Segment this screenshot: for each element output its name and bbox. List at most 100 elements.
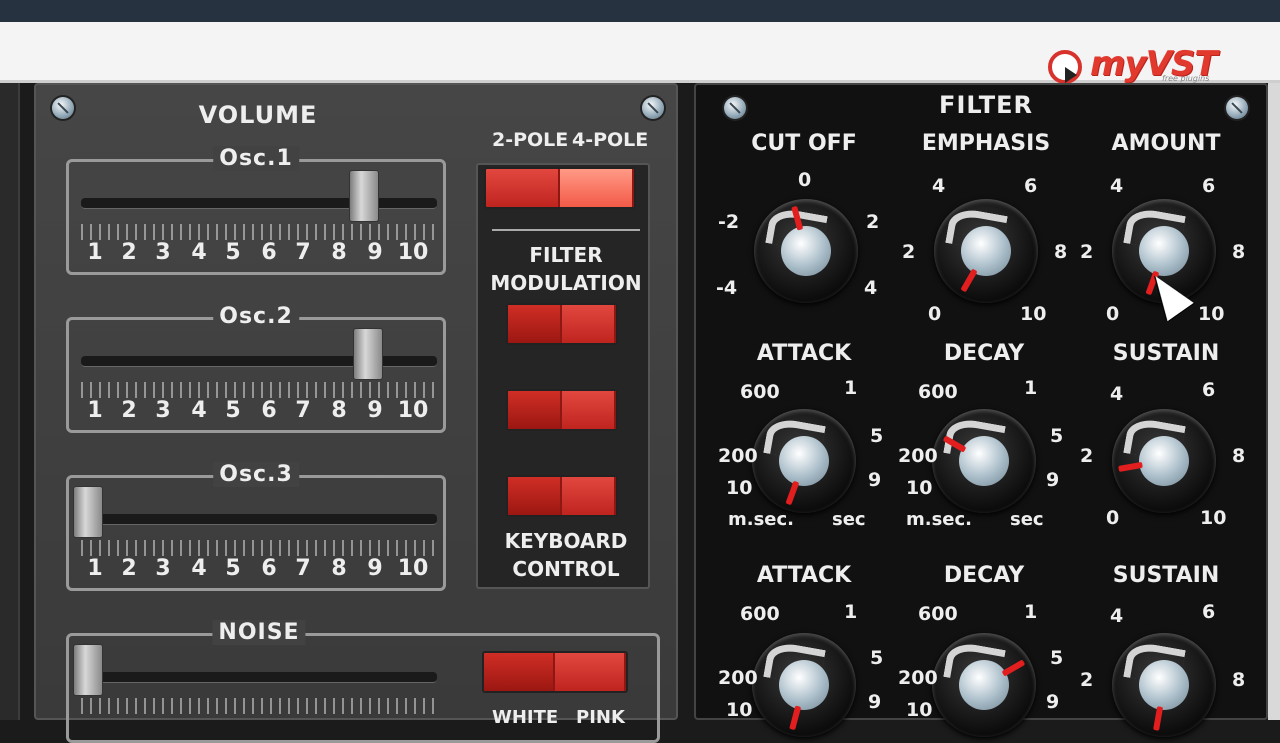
scale-label: 200 (718, 667, 758, 689)
scale-number: 4 (191, 556, 207, 581)
attack2-knob[interactable] (752, 633, 856, 737)
knob-cap (959, 436, 1009, 486)
scale-number: 5 (225, 240, 241, 265)
filter-title: FILTER (939, 91, 1033, 119)
scale-number: 4 (191, 398, 207, 423)
left-panel-edge (0, 83, 20, 720)
four-pole-label: 4-POLE (572, 129, 649, 151)
osc3-slider-thumb[interactable] (73, 486, 103, 538)
scale-number: 9 (367, 556, 383, 581)
scale-number: 3 (155, 240, 171, 265)
osc1-track (81, 198, 437, 209)
scale-label: 600 (918, 603, 958, 625)
osc1-slider-thumb[interactable] (349, 170, 379, 222)
filter-mod-switch-1[interactable] (506, 303, 618, 345)
scale-number: 1 (87, 398, 103, 423)
scale-label: 4 (1110, 383, 1124, 405)
scale-label: 1 (844, 601, 858, 623)
osc1-ticks (81, 224, 437, 240)
scale-label: 8 (1232, 241, 1246, 263)
filter-mod-label-2: MODULATION (490, 271, 642, 295)
scale-label: 10 (726, 699, 753, 721)
right-panel-edge (1268, 83, 1280, 720)
sustain-knob[interactable] (1112, 409, 1216, 513)
sustain2-label: SUSTAIN (1112, 563, 1220, 588)
pole-switch[interactable] (484, 167, 636, 209)
attack-label: ATTACK (756, 341, 852, 366)
knob-indicator (1118, 461, 1143, 472)
pole-switch-left (486, 169, 560, 207)
scale-label: 1 (1024, 601, 1038, 623)
rack-divider (492, 229, 640, 231)
scale-label: 4 (932, 175, 946, 197)
volume-title: VOLUME (198, 101, 318, 129)
scale-label: 0 (928, 303, 942, 325)
scale-number: 7 (295, 556, 311, 581)
scale-label: 6 (1024, 175, 1038, 197)
noise-track (81, 672, 437, 683)
scale-label: 10 (1020, 303, 1047, 325)
scale-label: 0 (1106, 303, 1120, 325)
decay-label: DECAY (943, 341, 1025, 366)
scale-label: 10 (906, 699, 933, 721)
scale-number: 9 (367, 398, 383, 423)
knob-indicator (789, 705, 802, 731)
two-pole-label: 2-POLE (492, 129, 569, 151)
scale-label: 4 (1110, 605, 1124, 627)
keyboard-control-switch[interactable] (506, 475, 618, 517)
scale-label: 200 (718, 445, 758, 467)
scale-label: 600 (918, 381, 958, 403)
scale-number: 7 (295, 240, 311, 265)
scale-number: 2 (121, 240, 137, 265)
scale-label: 10 (1200, 507, 1227, 529)
filter-mod-switch-2[interactable] (506, 389, 618, 431)
osc2-ticks (81, 382, 437, 398)
attack-knob[interactable] (752, 409, 856, 513)
cutoff-label: CUT OFF (751, 131, 857, 156)
filter-panel: FILTER CUT OFF EMPHASIS AMOUNT 0 -2 2 -4… (694, 83, 1268, 737)
scale-label: 2 (866, 211, 880, 233)
scale-number: 2 (121, 556, 137, 581)
scale-number: 10 (397, 240, 429, 265)
emphasis-label: EMPHASIS (921, 131, 1051, 156)
white-label: WHITE (492, 707, 559, 728)
scale-label: 1 (844, 377, 858, 399)
scale-label: 0 (798, 169, 812, 191)
switch-left (508, 477, 562, 515)
pink-label: PINK (576, 707, 625, 728)
scale-label: -2 (718, 211, 740, 233)
scale-number: 7 (295, 398, 311, 423)
scale-label: 6 (1202, 175, 1216, 197)
scale-label: 2 (1080, 669, 1094, 691)
scale-label: 1 (1024, 377, 1038, 399)
screw-icon (52, 97, 74, 119)
scale-label: 4 (1110, 175, 1124, 197)
osc2-slider-group: Osc.2 1 2 3 4 5 6 7 8 9 10 (66, 304, 446, 433)
switch-right (555, 653, 626, 691)
pole-switch-right (560, 169, 634, 207)
cutoff-knob[interactable] (754, 199, 858, 303)
scale-number: 4 (191, 240, 207, 265)
knob-cap (779, 660, 829, 710)
osc2-label: Osc.2 (213, 304, 299, 329)
scale-label: 4 (864, 277, 878, 299)
scale-label: 6 (1202, 379, 1216, 401)
decay2-knob[interactable] (932, 633, 1036, 737)
noise-color-switch[interactable] (482, 651, 628, 693)
sustain2-knob[interactable] (1112, 633, 1216, 737)
scale-label: 8 (1232, 669, 1246, 691)
osc3-slider-group: Osc.3 1 2 3 4 5 6 7 8 9 10 (66, 462, 446, 591)
scale-number: 3 (155, 398, 171, 423)
switch-rack (476, 163, 650, 589)
scale-label: 9 (1046, 469, 1060, 491)
keyboard-label-1: KEYBOARD (504, 529, 628, 553)
scale-label: 10 (1198, 303, 1225, 325)
noise-slider-thumb[interactable] (73, 644, 103, 696)
osc2-slider-thumb[interactable] (353, 328, 383, 380)
scale-label: 5 (1050, 425, 1064, 447)
header-bar: myVST free plugins (0, 22, 1280, 84)
scale-number: 6 (261, 556, 277, 581)
emphasis-knob[interactable] (934, 199, 1038, 303)
osc3-ticks (81, 540, 437, 556)
decay-knob[interactable] (932, 409, 1036, 513)
